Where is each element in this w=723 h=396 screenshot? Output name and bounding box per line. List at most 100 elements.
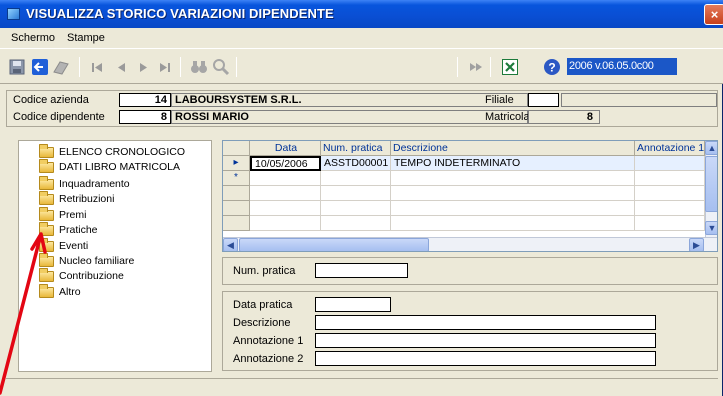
tree-item-altro[interactable]: Altro: [39, 283, 81, 299]
tree-item-elenco-cronologico[interactable]: ELENCO CRONOLOGICO: [39, 143, 185, 159]
descrizione-input[interactable]: [315, 315, 656, 330]
tree-item-retribuzioni[interactable]: Retribuzioni: [39, 190, 114, 206]
annotazione-1-label: Annotazione 1: [233, 335, 304, 347]
row-header: [223, 186, 250, 201]
svg-text:?: ?: [548, 61, 555, 75]
save-icon[interactable]: [8, 58, 26, 76]
filiale-label: Filiale: [485, 94, 514, 106]
open-folder-icon: [39, 221, 54, 236]
folder-icon: [39, 252, 54, 267]
descrizione-label: Descrizione: [233, 317, 291, 329]
horizontal-scroll-thumb[interactable]: [239, 238, 429, 251]
empty-cell: [391, 216, 635, 231]
edit-icon[interactable]: [52, 58, 70, 76]
cell-descrizione[interactable]: TEMPO INDETERMINATO: [391, 156, 635, 171]
cell-data[interactable]: [250, 171, 321, 186]
cell-descrizione[interactable]: [391, 171, 635, 186]
annotazione-2-input[interactable]: [315, 351, 656, 366]
tree-item-premi[interactable]: Premi: [39, 206, 86, 222]
cell-annotazione-1[interactable]: [635, 171, 705, 186]
toolbar-separator: [490, 57, 491, 77]
pratiche-grid[interactable]: Data Num. pratica Descrizione Annotazion…: [222, 140, 718, 252]
empty-cell: [321, 216, 391, 231]
toolbar-separator: [180, 57, 181, 77]
status-bar: [6, 378, 718, 396]
grid-header-descrizione[interactable]: Descrizione: [391, 141, 635, 156]
scroll-up-button[interactable]: ▲: [705, 141, 717, 155]
magnifier-icon[interactable]: [212, 58, 230, 76]
codice-dipendente-field[interactable]: 8: [119, 110, 171, 124]
annotazione-1-input[interactable]: [315, 333, 656, 348]
menu-bar: Schermo Stampe: [0, 28, 723, 48]
num-pratica-label: Num. pratica: [233, 265, 296, 277]
filiale-field[interactable]: [528, 93, 559, 107]
annotazione-2-label: Annotazione 2: [233, 353, 304, 365]
grid-horizontal-scrollbar[interactable]: ◀ ▶: [223, 237, 717, 251]
empty-cell: [635, 216, 705, 231]
num-pratica-input[interactable]: [315, 263, 408, 278]
tree-item-contribuzione[interactable]: Contribuzione: [39, 267, 124, 283]
codice-azienda-label: Codice azienda: [13, 94, 89, 106]
empty-cell: [391, 201, 635, 216]
export-icon[interactable]: [467, 58, 485, 76]
menu-schermo[interactable]: Schermo: [11, 32, 55, 44]
app-icon: [7, 8, 20, 20]
cell-num-pratica[interactable]: [321, 171, 391, 186]
menu-stampe[interactable]: Stampe: [67, 32, 105, 44]
folder-icon: [39, 206, 54, 221]
folder-icon: [39, 143, 54, 158]
grid-header-annotazione-1[interactable]: Annotazione 1: [635, 141, 705, 156]
empty-cell: [635, 201, 705, 216]
scroll-right-button[interactable]: ▶: [689, 238, 704, 251]
help-icon[interactable]: ?: [543, 58, 561, 76]
grid-corner: [223, 141, 250, 156]
binoculars-icon[interactable]: [190, 58, 208, 76]
data-pratica-input[interactable]: [315, 297, 391, 312]
detail-form: Num. pratica Data pratica Descrizione An…: [222, 257, 718, 371]
row-header: [223, 201, 250, 216]
empty-cell: [250, 201, 321, 216]
exit-icon[interactable]: [31, 58, 49, 76]
grid-header-data[interactable]: Data: [250, 141, 321, 156]
tree-item-dati-libro-matricola[interactable]: DATI LIBRO MATRICOLA: [39, 158, 180, 174]
codice-azienda-field[interactable]: 14: [119, 93, 171, 107]
toolbar-separator: [457, 57, 458, 77]
first-record-icon[interactable]: [88, 58, 106, 76]
cell-annotazione-1[interactable]: [635, 156, 705, 171]
folder-icon: [39, 283, 54, 298]
last-record-icon[interactable]: [156, 58, 174, 76]
tree-item-pratiche[interactable]: Pratiche: [39, 221, 98, 237]
tree-item-inquadramento[interactable]: Inquadramento: [39, 175, 130, 191]
data-pratica-label: Data pratica: [233, 299, 293, 311]
title-bar[interactable]: VISUALIZZA STORICO VARIAZIONI DIPENDENTE…: [0, 0, 723, 28]
scroll-down-button[interactable]: ▼: [705, 221, 717, 235]
previous-record-icon[interactable]: [112, 58, 130, 76]
row-header: [223, 216, 250, 231]
main-window: VISUALIZZA STORICO VARIAZIONI DIPENDENTE…: [0, 0, 723, 396]
section-tree: ELENCO CRONOLOGICO DATI LIBRO MATRICOLA …: [18, 140, 212, 372]
grid-vertical-scrollbar[interactable]: ▲ ▼: [705, 141, 717, 237]
close-button[interactable]: ×: [704, 4, 723, 25]
folder-icon: [39, 158, 54, 173]
vertical-scroll-thumb[interactable]: [705, 156, 717, 212]
cell-num-pratica[interactable]: ASSTD00001: [321, 156, 391, 171]
matricola-field: 8: [528, 110, 600, 124]
scroll-left-button[interactable]: ◀: [223, 238, 238, 251]
empty-cell: [250, 186, 321, 201]
next-record-icon[interactable]: [134, 58, 152, 76]
grid-header-num-pratica[interactable]: Num. pratica: [321, 141, 391, 156]
folder-icon: [39, 175, 54, 190]
codice-dipendente-label: Codice dipendente: [13, 111, 105, 123]
excel-icon[interactable]: [501, 58, 519, 76]
num-pratica-section: Num. pratica: [222, 257, 718, 285]
tree-item-nucleo-familiare[interactable]: Nucleo familiare: [39, 252, 134, 268]
folder-icon: [39, 267, 54, 282]
cell-data[interactable]: 10/05/2006: [250, 156, 321, 171]
tree-item-eventi[interactable]: Eventi: [39, 237, 88, 253]
empty-cell: [321, 201, 391, 216]
folder-icon: [39, 190, 54, 205]
window-title: VISUALIZZA STORICO VARIAZIONI DIPENDENTE: [26, 6, 334, 21]
details-section: Data pratica Descrizione Annotazione 1 A…: [222, 291, 718, 371]
toolbar-separator: [236, 57, 237, 77]
empty-cell: [321, 186, 391, 201]
